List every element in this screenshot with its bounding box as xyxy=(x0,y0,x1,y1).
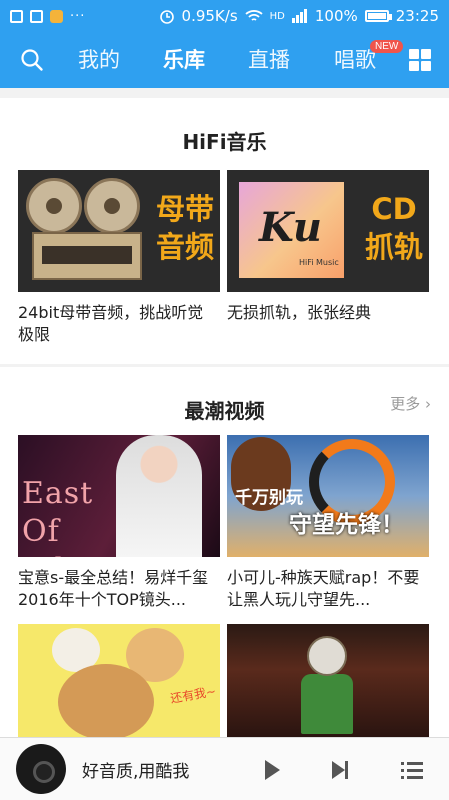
cd-rip-thumbnail: Ku HiFi Music CD 抓轨 xyxy=(227,170,429,292)
tape-deck-image xyxy=(32,232,142,280)
wifi-icon xyxy=(245,10,263,21)
video-card[interactable]: East Of Eden xyxy=(18,435,220,557)
video-card[interactable]: 还有我~ xyxy=(18,624,220,737)
playlist-icon xyxy=(401,762,423,779)
grid-icon xyxy=(409,49,419,59)
thumb-text: 抓轨 xyxy=(364,230,423,264)
play-icon xyxy=(265,760,280,780)
playlist-button[interactable] xyxy=(398,756,426,784)
cd-cover-image: Ku HiFi Music xyxy=(239,182,344,278)
tab-mine[interactable]: 我的 xyxy=(78,44,120,74)
top-nav: 我的 乐库 直播 唱歌 NEW xyxy=(0,32,449,88)
search-button[interactable] xyxy=(12,40,52,80)
thumb-text: CD xyxy=(371,192,417,226)
dog-image xyxy=(58,664,154,737)
thumb-text: 音频 xyxy=(155,230,214,264)
video-card[interactable] xyxy=(227,624,429,737)
cd-logo-sub: HiFi Music xyxy=(299,258,339,267)
now-playing-title[interactable]: 好音质,用酷我 xyxy=(82,757,189,782)
search-icon xyxy=(21,49,43,71)
video-caption[interactable]: 宝意s-最全总结！易烊千玺2016年十个TOP镜头... xyxy=(18,567,220,611)
section-title-videos: 最潮视频 xyxy=(184,399,265,423)
cd-logo: Ku xyxy=(259,204,322,251)
video-card[interactable]: 千万别玩 守望先锋！ xyxy=(227,435,429,557)
tab-music-library[interactable]: 乐库 xyxy=(163,44,205,74)
play-button[interactable] xyxy=(258,756,286,784)
hifi-card-cd-rip[interactable]: Ku HiFi Music CD 抓轨 xyxy=(227,170,429,292)
video-section: 最潮视频 更多 › East Of Eden 宝意s-最全总结！易烊千玺2016… xyxy=(0,367,449,737)
hifi-card-master-tape[interactable]: 母带 音频 xyxy=(18,170,220,292)
video-thumbnail-person xyxy=(301,674,353,734)
app-notification-icon xyxy=(30,9,43,23)
hifi-caption[interactable]: 24bit母带音频，挑战听觉极限 xyxy=(18,302,218,346)
tape-reel-icon xyxy=(26,178,82,234)
grid-menu-button[interactable] xyxy=(409,49,431,71)
battery-icon xyxy=(364,10,392,22)
new-badge: NEW xyxy=(370,40,404,53)
next-icon xyxy=(332,761,348,779)
hifi-section: HiFi音乐 母带 音频 24bit母带音频，挑战听觉极限 Ku HiFi Mu… xyxy=(0,98,449,364)
master-tape-thumbnail: 母带 音频 xyxy=(18,170,220,292)
app-notification-icon xyxy=(50,9,63,23)
next-button[interactable] xyxy=(326,756,354,784)
status-bar: ··· 0.95K/s HD 100% 23:25 xyxy=(0,0,449,32)
thumb-text: 守望先锋！ xyxy=(289,512,404,538)
section-title-hifi: HiFi音乐 xyxy=(182,130,267,154)
video-caption[interactable]: 小可儿-种族天赋rap！不要让黑人玩儿守望先... xyxy=(227,567,429,611)
tape-reel-icon xyxy=(84,178,140,234)
thumb-text: 还有我~ xyxy=(169,684,217,706)
tab-live[interactable]: 直播 xyxy=(248,44,290,74)
signal-icon xyxy=(291,9,307,23)
mini-player[interactable]: 好音质,用酷我 xyxy=(0,737,449,800)
alarm-icon xyxy=(159,10,174,24)
more-notifications-indicator: ··· xyxy=(70,8,86,24)
thumb-text: 母带 xyxy=(155,192,214,226)
hifi-caption[interactable]: 无损抓轨，张张经典 xyxy=(227,302,427,324)
network-speed: 0.95K/s xyxy=(181,7,238,25)
network-type: HD xyxy=(269,10,285,22)
battery-percent: 100% xyxy=(314,7,358,25)
image-notification-icon xyxy=(10,9,23,23)
mask-face-image xyxy=(307,636,347,676)
album-disc-icon[interactable] xyxy=(16,744,66,794)
app-header: ··· 0.95K/s HD 100% 23:25 我的 乐库 直播 唱歌 NE… xyxy=(0,0,449,88)
thumb-text: East Of Eden xyxy=(22,476,103,557)
more-videos-link[interactable]: 更多 › xyxy=(390,393,431,414)
clock: 23:25 xyxy=(395,7,439,25)
